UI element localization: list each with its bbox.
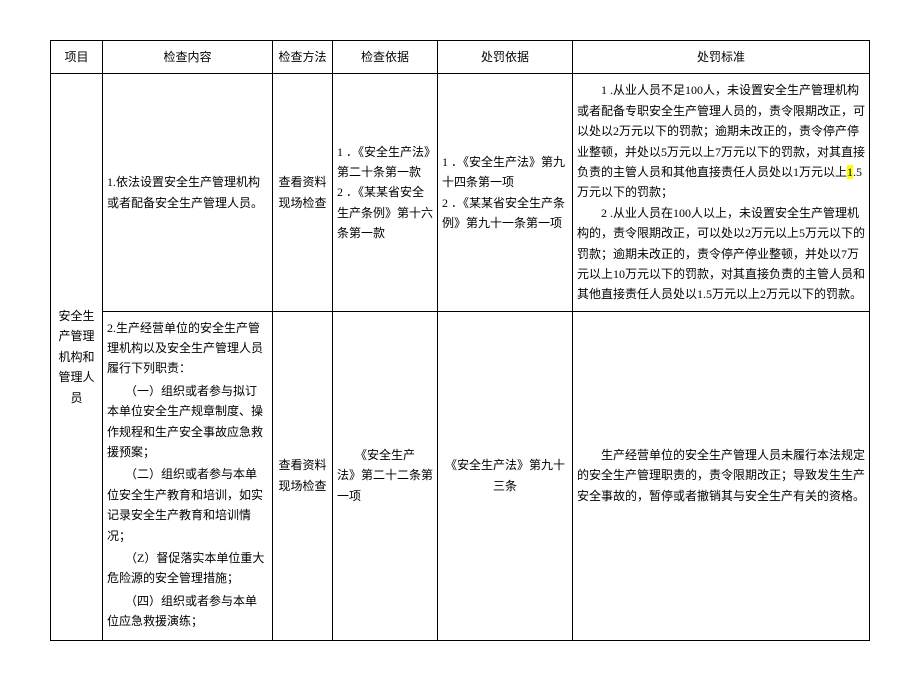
list-text: ．《安全生产法》第九十四条第一项 bbox=[442, 155, 565, 189]
hdr-content: 检查内容 bbox=[103, 41, 273, 74]
hdr-project: 项目 bbox=[51, 41, 103, 74]
method-cell: 查看资料现场检查 bbox=[273, 311, 333, 640]
penalty-cell: 《安全生产法》第九十三条 bbox=[438, 311, 573, 640]
basis-cell: 《安全生产法》第二十二条第一项 bbox=[333, 311, 438, 640]
table-row: 安全生产管理机构和管理人员 1.依法设置安全生产管理机构或者配备安全生产管理人员… bbox=[51, 74, 870, 311]
duty-item: （四）组织或者参与本单位应急救援演练； bbox=[107, 591, 268, 632]
content-cell: 2.生产经营单位的安全生产管理机构以及安全生产管理人员履行下列职责： （一）组织… bbox=[103, 311, 273, 640]
inspection-table: 项目 检查内容 检查方法 检查依据 处罚依据 处罚标准 安全生产管理机构和管理人… bbox=[50, 40, 870, 641]
content-cell: 1.依法设置安全生产管理机构或者配备安全生产管理人员。 bbox=[103, 74, 273, 311]
duty-item: （一）组织或者参与拟订本单位安全生产规章制度、操作规程和生产安全事故应急救援预案… bbox=[107, 381, 268, 463]
std-para1a: 1 .从业人员不足100人，未设置安全生产管理机构或者配备专职安全生产管理人员的… bbox=[577, 83, 865, 179]
hdr-basis: 检查依据 bbox=[333, 41, 438, 74]
duty-intro: 2.生产经营单位的安全生产管理机构以及安全生产管理人员履行下列职责： bbox=[107, 318, 268, 379]
list-text: ．《安全生产法》第二十条第一款 bbox=[337, 145, 430, 179]
list-text: ．《某某省安全生产条例》第九十一条第一项 bbox=[442, 196, 565, 230]
list-num: 1 bbox=[337, 145, 343, 159]
std-para2: 2 .从业人员在100人以上，未设置安全生产管理机构的，责令限期改正，可以处以2… bbox=[577, 206, 865, 302]
standard-cell: 1 .从业人员不足100人，未设置安全生产管理机构或者配备专职安全生产管理人员的… bbox=[573, 74, 870, 311]
table-row: 2.生产经营单位的安全生产管理机构以及安全生产管理人员履行下列职责： （一）组织… bbox=[51, 311, 870, 640]
list-num: 2 bbox=[442, 196, 448, 210]
list-num: 1 bbox=[442, 155, 448, 169]
method-cell: 查看资料现场检查 bbox=[273, 74, 333, 311]
duty-item: （二）组织或者参与本单位安全生产教育和培训，如实记录安全生产教育和培训情况； bbox=[107, 464, 268, 546]
basis-cell: 1 ．《安全生产法》第二十条第一款 2 ．《某某省安全生产条例》第十六条第一款 bbox=[333, 74, 438, 311]
penalty-cell: 1 ．《安全生产法》第九十四条第一项 2 ．《某某省安全生产条例》第九十一条第一… bbox=[438, 74, 573, 311]
project-cell: 安全生产管理机构和管理人员 bbox=[51, 74, 103, 640]
standard-cell: 生产经营单位的安全生产管理人员未履行本法规定的安全生产管理职责的，责令限期改正；… bbox=[573, 311, 870, 640]
hdr-standard: 处罚标准 bbox=[573, 41, 870, 74]
list-text: ．《某某省安全生产条例》第十六条第一款 bbox=[337, 185, 433, 240]
header-row: 项目 检查内容 检查方法 检查依据 处罚依据 处罚标准 bbox=[51, 41, 870, 74]
hdr-method: 检查方法 bbox=[273, 41, 333, 74]
list-num: 2 bbox=[337, 185, 343, 199]
hdr-penalty: 处罚依据 bbox=[438, 41, 573, 74]
duty-item: （Z）督促落实本单位重大危险源的安全管理措施； bbox=[107, 548, 268, 589]
